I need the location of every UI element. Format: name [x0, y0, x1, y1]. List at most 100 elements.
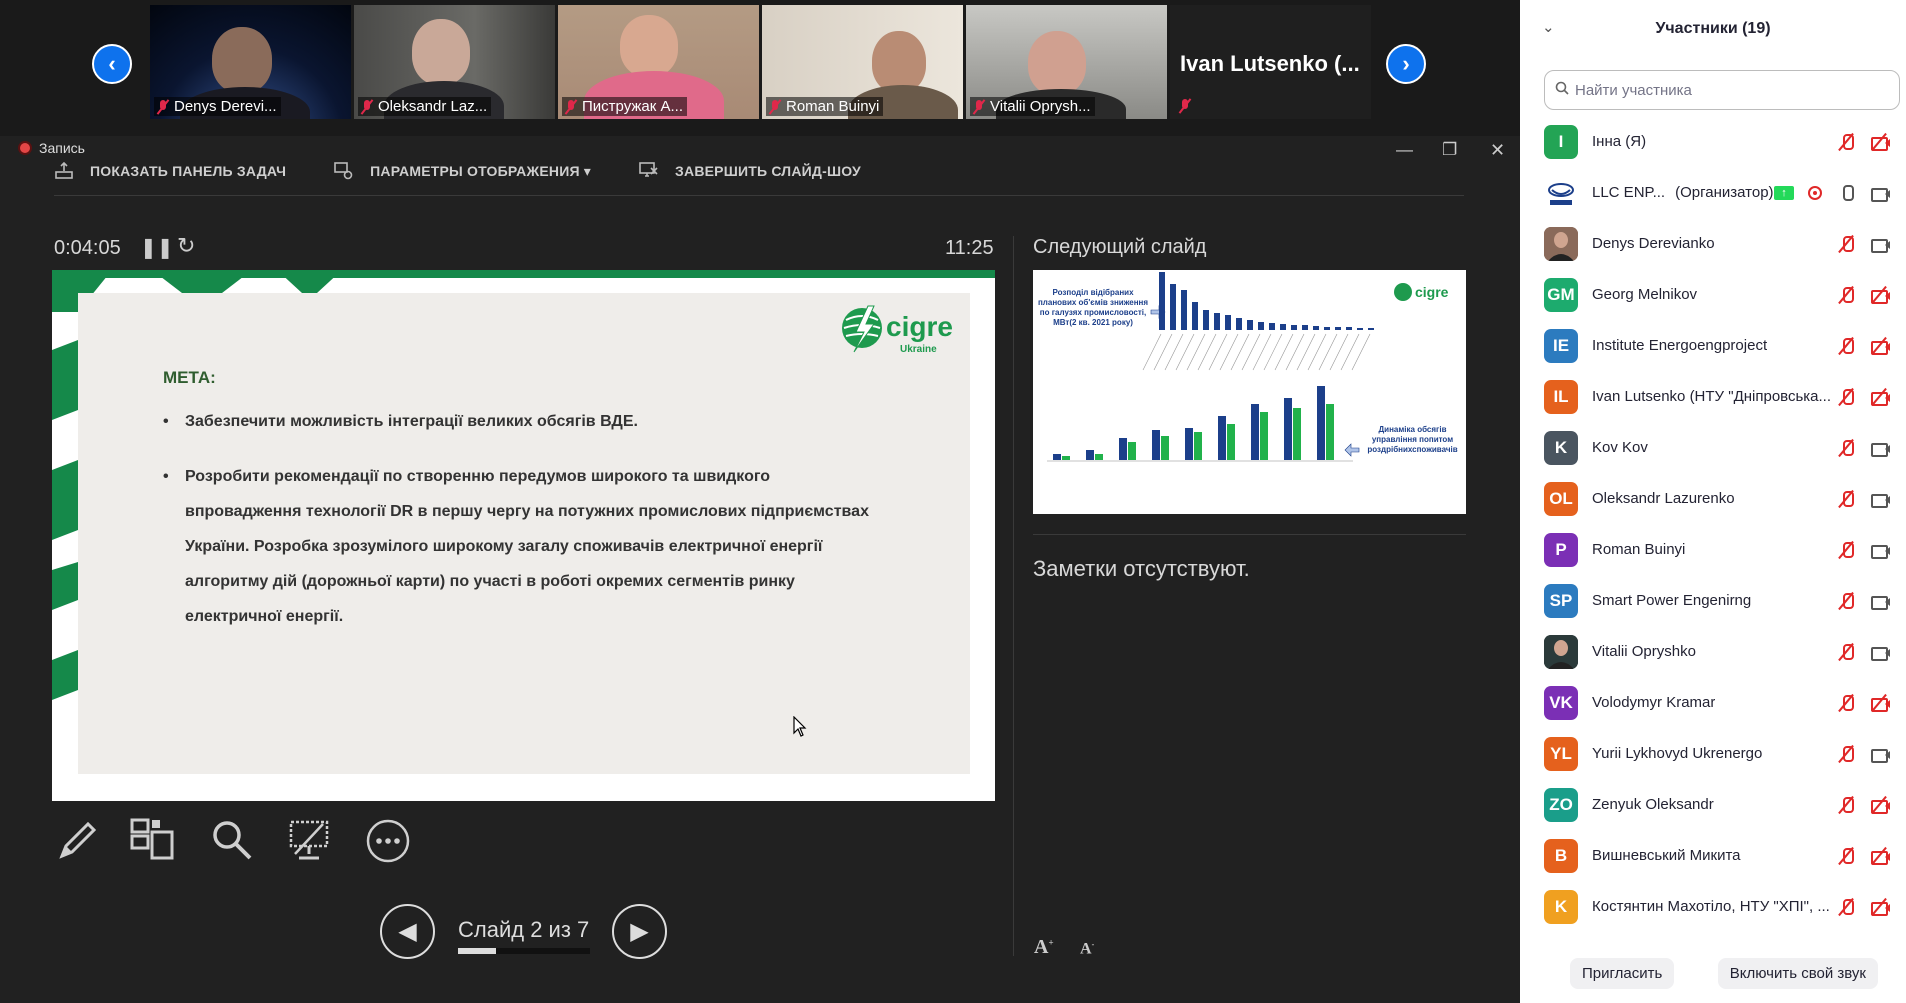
- participant-row[interactable]: Denys Derevianko: [1520, 218, 1906, 269]
- increase-font-button[interactable]: A+: [1034, 936, 1054, 959]
- mic-muted-icon: [768, 99, 782, 115]
- participant-row[interactable]: SP Smart Power Engenirng: [1520, 575, 1906, 626]
- restore-button[interactable]: ❐: [1442, 140, 1457, 160]
- participant-name: Костянтин Махотіло, НТУ "ХПІ", ...: [1592, 898, 1830, 915]
- recording-indicator: Запись: [18, 140, 85, 156]
- see-all-slides-button[interactable]: [130, 818, 174, 867]
- camera-off-icon: [1870, 897, 1890, 917]
- bar: [1095, 454, 1103, 460]
- participant-list: I Інна (Я) LLC ENP... (Организатор) ↑ Denys D…: [1520, 116, 1906, 932]
- next-slide-preview[interactable]: cigre Розподіл відібраних планових об'єм…: [1033, 270, 1466, 514]
- avatar-initials: YL: [1550, 743, 1572, 763]
- screen-icon: [289, 820, 329, 860]
- mic-muted-icon: [1836, 795, 1856, 815]
- participant-name: LLC ENP... (Организатор): [1592, 184, 1774, 201]
- avatar: [1544, 226, 1578, 261]
- avatar-initials: B: [1554, 845, 1568, 865]
- camera-off-icon: [1870, 693, 1890, 713]
- participant-name: Smart Power Engenirng: [1592, 592, 1751, 609]
- participant-name-text: Georg Melnikov: [1592, 286, 1698, 303]
- participant-row[interactable]: K Kov Kov: [1520, 422, 1906, 473]
- participant-row[interactable]: OL Oleksandr Lazurenko: [1520, 473, 1906, 524]
- video-tile[interactable]: Пистружак А...: [558, 5, 759, 119]
- next-slide-button[interactable]: ▶: [612, 904, 667, 959]
- participant-name-text: LLC ENP...: [1592, 184, 1666, 201]
- mic-muted-icon: [1836, 285, 1856, 305]
- display-settings-button[interactable]: ПАРАМЕТРЫ ОТОБРАЖЕНИЯ ▾: [334, 162, 591, 180]
- mic-muted-icon: [1836, 489, 1856, 509]
- restart-timer-button[interactable]: ↻: [177, 233, 195, 259]
- slide-progress-fill: [458, 948, 496, 954]
- presenter-toolbar: ПОКАЗАТЬ ПАНЕЛЬ ЗАДАЧ ПАРАМЕТРЫ ОТОБРАЖЕ…: [54, 162, 861, 180]
- participant-status-icons: [1836, 540, 1890, 560]
- bar: [1214, 313, 1220, 330]
- end-slideshow-button[interactable]: ЗАВЕРШИТЬ СЛАЙД-ШОУ: [639, 162, 861, 180]
- video-tile[interactable]: Roman Buinyi: [762, 5, 963, 119]
- unmute-self-button[interactable]: Включить свой звук: [1717, 958, 1878, 989]
- previous-slide-button[interactable]: ◀: [380, 904, 435, 959]
- bar: [1284, 398, 1292, 460]
- current-time: 11:25: [945, 237, 994, 259]
- decrease-font-button[interactable]: A-: [1080, 940, 1094, 958]
- pen-tool-button[interactable]: [54, 818, 98, 867]
- mic-muted-icon: [1836, 387, 1856, 407]
- video-tile[interactable]: Denys Derevi...: [150, 5, 351, 119]
- video-strip-next-button[interactable]: ›: [1386, 44, 1426, 84]
- participant-row[interactable]: K Костянтин Махотіло, НТУ "ХПІ", ...: [1520, 881, 1906, 932]
- participant-status-icons: [1836, 795, 1890, 815]
- participant-row[interactable]: YL Yurii Lykhovyd Ukrenergo: [1520, 728, 1906, 779]
- participant-search-input[interactable]: [1575, 81, 1875, 99]
- invite-button[interactable]: Пригласить: [1570, 958, 1675, 989]
- bar: [1218, 416, 1226, 460]
- bar: [1357, 328, 1363, 330]
- mic-muted-icon: [1836, 897, 1856, 917]
- presenter-view: Запись — ❐ ✕ ПОКАЗАТЬ ПАНЕЛЬ ЗАДАЧ ПАРАМ…: [0, 136, 1520, 1003]
- participant-row[interactable]: Vitalii Opryshko: [1520, 626, 1906, 677]
- participant-row[interactable]: B Вишневський Микита: [1520, 830, 1906, 881]
- participant-row[interactable]: IL Ivan Lutsenko (НТУ "Дніпровська...: [1520, 371, 1906, 422]
- video-strip-prev-button[interactable]: ‹: [92, 44, 132, 84]
- camera-off-icon: [1870, 387, 1890, 407]
- participant-name: Volodymyr Kramar: [1592, 694, 1715, 711]
- participant-name: Denys Derevianko: [1592, 235, 1715, 252]
- bar: [1152, 430, 1160, 460]
- video-tile-name-only[interactable]: Ivan Lutsenko (...: [1170, 5, 1371, 119]
- next-slide-charts: cigre Розподіл відібраних планових об'єм…: [1033, 270, 1466, 514]
- black-screen-button[interactable]: [287, 818, 331, 867]
- pane-divider[interactable]: [1013, 236, 1014, 956]
- participant-row[interactable]: GM Georg Melnikov: [1520, 269, 1906, 320]
- camera-icon: [1870, 642, 1890, 662]
- bar: [1291, 325, 1297, 330]
- participant-row[interactable]: IE Institute Energoengproject: [1520, 320, 1906, 371]
- participant-row[interactable]: LLC ENP... (Организатор) ↑: [1520, 167, 1906, 218]
- minimize-button[interactable]: —: [1396, 140, 1413, 160]
- mic-muted-icon: [156, 99, 170, 115]
- participant-status-icons: [1836, 387, 1890, 407]
- slide-counter[interactable]: Слайд 2 из 7: [458, 917, 589, 943]
- participant-row[interactable]: VK Volodymyr Kramar: [1520, 677, 1906, 728]
- zoom-button[interactable]: [210, 818, 254, 867]
- close-button[interactable]: ✕: [1490, 140, 1505, 161]
- participant-row[interactable]: ZO Zenyuk Oleksandr: [1520, 779, 1906, 830]
- show-taskbar-button[interactable]: ПОКАЗАТЬ ПАНЕЛЬ ЗАДАЧ: [54, 162, 286, 180]
- pause-timer-button[interactable]: ❚❚: [140, 235, 174, 260]
- participants-title: Участники (19): [1655, 20, 1771, 37]
- current-slide[interactable]: cigre Ukraine МЕТА: Забезпечити можливіс…: [52, 270, 995, 801]
- participant-name: Vitalii Opryshko: [1592, 643, 1696, 660]
- bar: [1302, 325, 1308, 330]
- more-options-button[interactable]: [365, 818, 411, 869]
- video-tile[interactable]: Vitalii Oprysh...: [966, 5, 1167, 119]
- avatar: YL: [1544, 736, 1578, 771]
- participant-row[interactable]: P Roman Buinyi: [1520, 524, 1906, 575]
- participant-row[interactable]: I Інна (Я): [1520, 116, 1906, 167]
- participant-name-text: Institute Energoengproject: [1592, 337, 1768, 354]
- bar: [1280, 324, 1286, 330]
- bar: [1317, 386, 1325, 460]
- mouse-cursor-icon: [793, 715, 807, 744]
- avatar-initials: OL: [1549, 488, 1573, 508]
- recording-label: Запись: [39, 140, 85, 156]
- magnifier-icon: [213, 821, 252, 860]
- video-tile[interactable]: Oleksandr Laz...: [354, 5, 555, 119]
- mic-muted-icon: [1836, 234, 1856, 254]
- bar: [1053, 454, 1061, 460]
